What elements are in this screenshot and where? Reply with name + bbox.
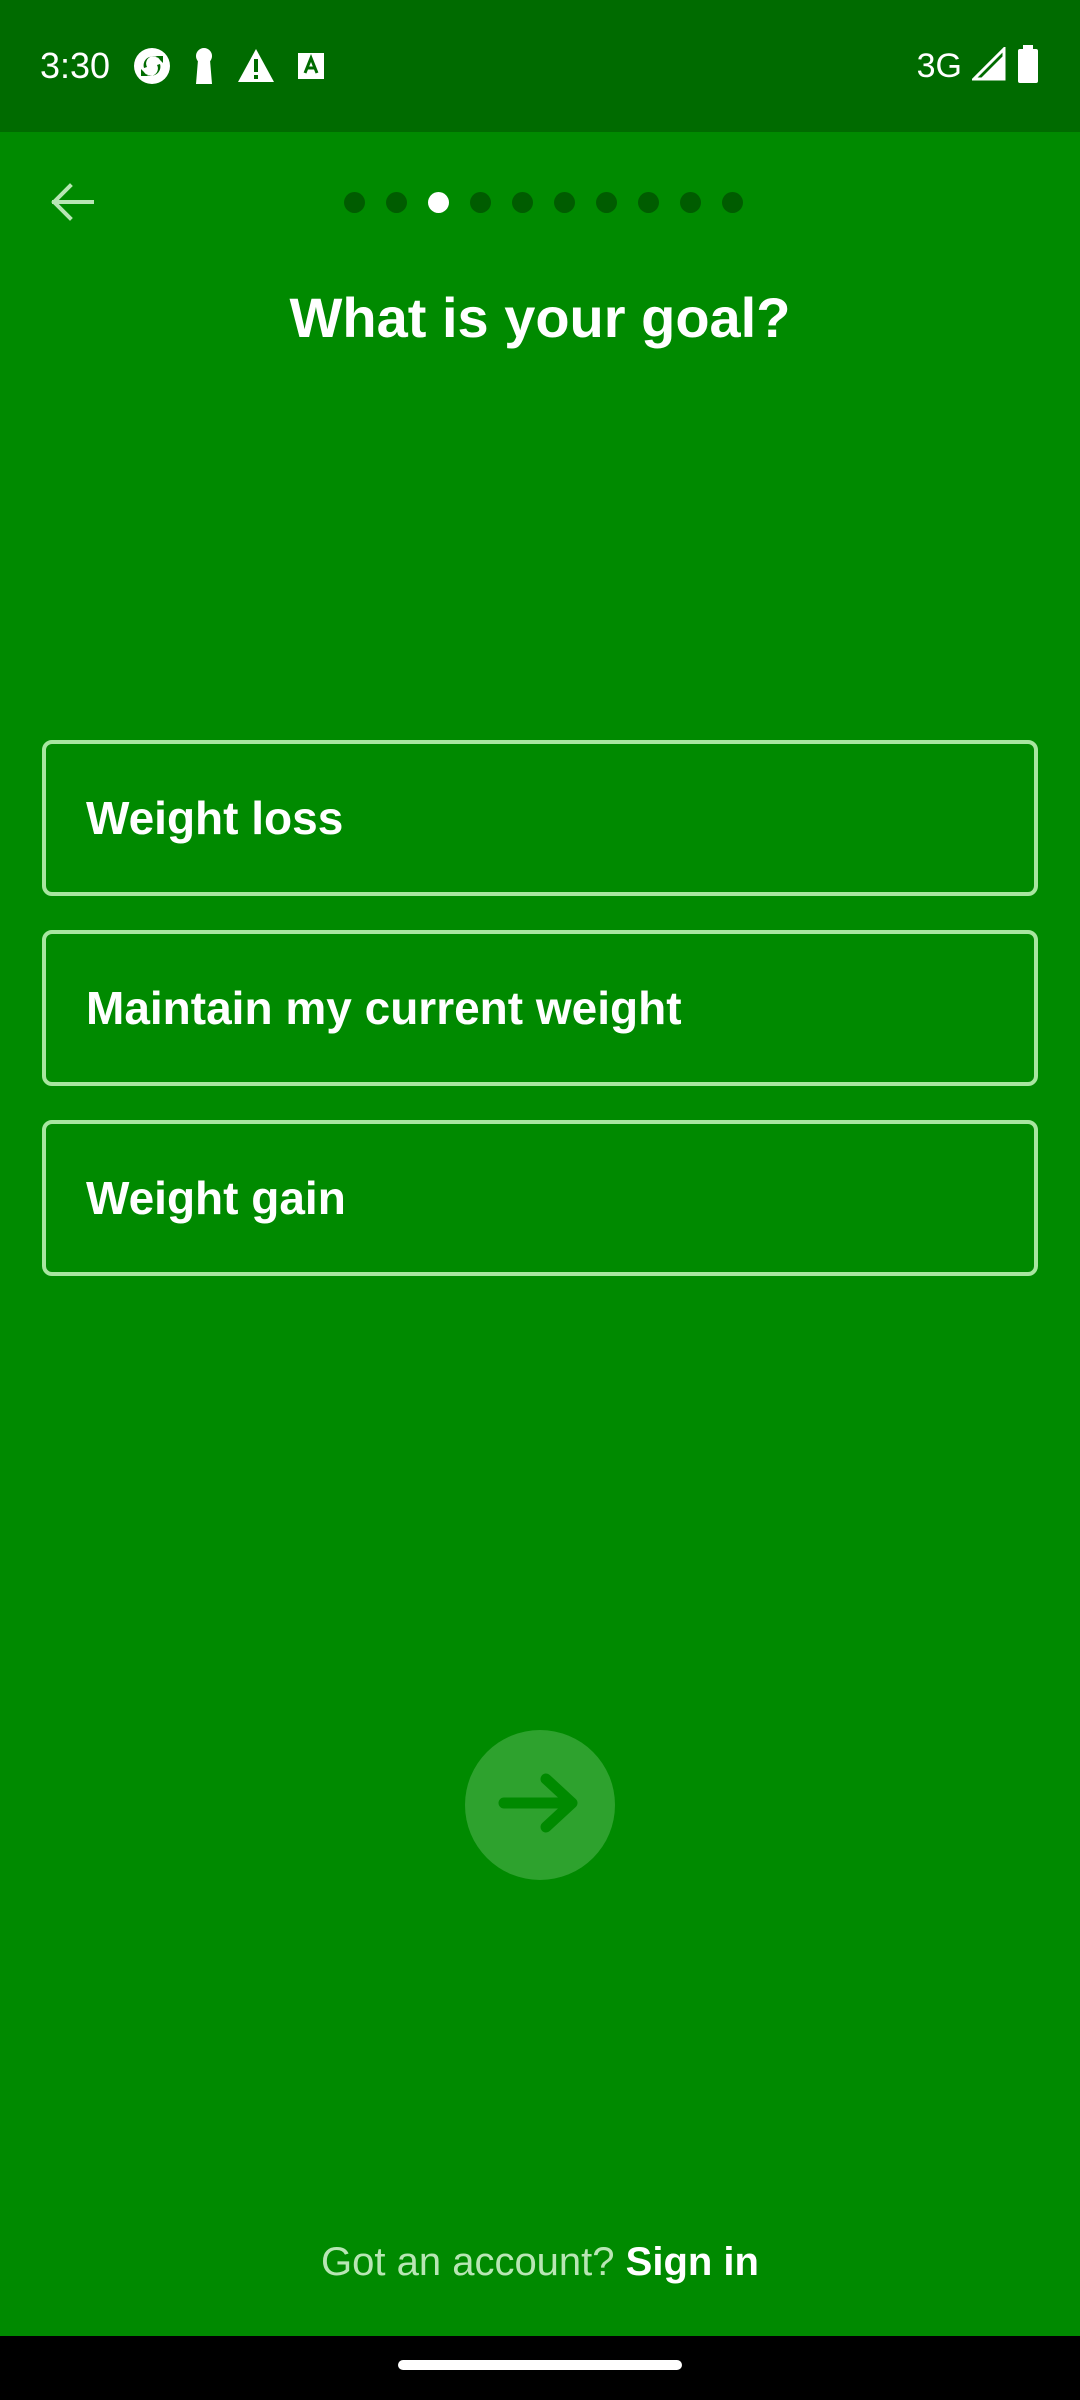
progress-dot [512, 192, 533, 213]
progress-dot [344, 192, 365, 213]
status-bar: 3:30 3G [0, 0, 1080, 132]
signin-row: Got an account? Sign in [0, 2232, 1080, 2292]
progress-dot [638, 192, 659, 213]
goal-options: Weight loss Maintain my current weight W… [42, 740, 1038, 1310]
network-type: 3G [916, 47, 962, 85]
option-weight-gain[interactable]: Weight gain [42, 1120, 1038, 1276]
onboarding-screen: What is your goal? Weight loss Maintain … [0, 132, 1080, 2336]
warning-icon [236, 47, 276, 85]
arrow-right-icon [498, 1771, 582, 1840]
back-button[interactable] [36, 168, 108, 240]
font-icon [296, 51, 326, 81]
sync-icon [132, 46, 172, 86]
progress-dot [596, 192, 617, 213]
sign-in-link[interactable]: Sign in [626, 2240, 759, 2284]
progress-dot [386, 192, 407, 213]
next-button[interactable] [465, 1730, 615, 1880]
option-maintain-weight[interactable]: Maintain my current weight [42, 930, 1038, 1086]
progress-dot [470, 192, 491, 213]
progress-dot [722, 192, 743, 213]
progress-dot [554, 192, 575, 213]
system-status: 3G [917, 40, 1040, 92]
progress-dot-current [428, 192, 449, 213]
arrow-left-icon [48, 178, 96, 231]
home-gesture-handle[interactable] [398, 2360, 682, 2370]
signin-prompt: Got an account? [321, 2240, 626, 2284]
option-weight-loss[interactable]: Weight loss [42, 740, 1038, 896]
battery-icon [1016, 44, 1040, 89]
page-title: What is your goal? [289, 286, 791, 349]
notification-icons [132, 44, 326, 88]
signal-icon [970, 44, 1006, 86]
keyhole-icon [192, 46, 216, 86]
status-time: 3:30 [40, 45, 111, 86]
progress-dots [344, 192, 743, 213]
progress-dot [680, 192, 701, 213]
